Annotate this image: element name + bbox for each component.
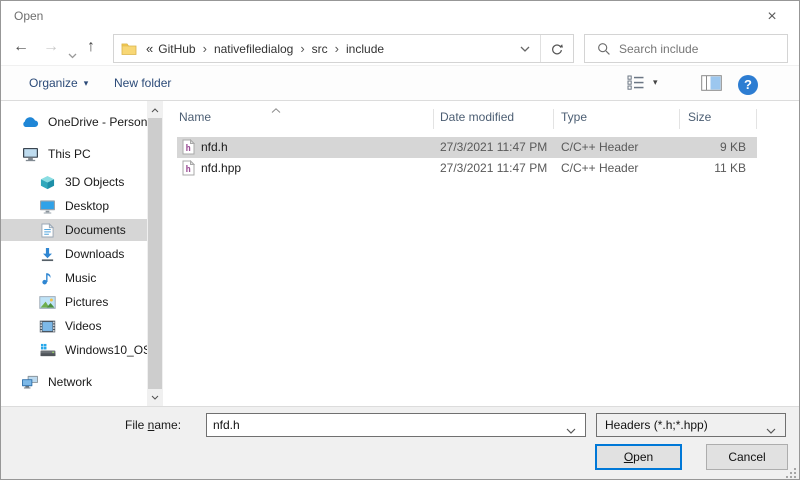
file-row-nfd-hpp[interactable]: h nfd.hpp 27/3/2021 11:47 PM C/C++ Heade…	[177, 158, 757, 179]
breadcrumb-nativefiledialog[interactable]: nativefiledialog	[214, 42, 293, 56]
close-icon[interactable]: ×	[755, 5, 789, 28]
column-header-date-modified[interactable]: Date modified	[440, 110, 514, 124]
sidebar-item-desktop[interactable]: Desktop	[1, 195, 147, 217]
window-title: Open	[14, 9, 43, 23]
column-header-name[interactable]: Name	[179, 110, 211, 124]
picture-icon	[38, 294, 56, 310]
file-name-input[interactable]	[207, 418, 547, 432]
onedrive-cloud-icon	[21, 114, 39, 130]
sidebar-scrollbar[interactable]	[147, 101, 163, 406]
navigation-bar: ← → ↑ « GitHub › nativefiledialog › src …	[1, 31, 799, 65]
video-film-icon	[38, 318, 56, 334]
preview-pane-icon	[701, 75, 722, 91]
footer-bar: File name: Headers (*.h;*.hpp) Open Canc…	[1, 406, 799, 480]
document-icon	[38, 222, 56, 238]
back-icon[interactable]: ←	[13, 37, 29, 57]
breadcrumb-src[interactable]: src	[312, 42, 328, 56]
scrollbar-thumb[interactable]	[148, 118, 162, 389]
column-resize-handle[interactable]	[553, 109, 554, 129]
file-name-cell: nfd.hpp	[201, 161, 241, 175]
file-name-dropdown-chevron-icon[interactable]	[566, 423, 576, 437]
disk-drive-windows-icon	[38, 342, 56, 358]
up-icon[interactable]: ↑	[87, 37, 95, 57]
breadcrumb-github[interactable]: GitHub	[158, 42, 195, 56]
sidebar-item-network[interactable]: Network	[1, 371, 147, 393]
computer-icon	[21, 146, 39, 162]
file-type-cell: C/C++ Header	[561, 140, 638, 154]
svg-text:h: h	[186, 144, 191, 154]
view-mode-button[interactable]: ▾	[627, 75, 658, 90]
navigation-pane: OneDrive - Person This PC 3D Objects Des…	[1, 101, 147, 406]
help-button[interactable]: ?	[738, 75, 758, 95]
cpp-header-file-icon: h	[182, 139, 195, 158]
sidebar-item-3d-objects[interactable]: 3D Objects	[1, 171, 147, 193]
download-arrow-icon	[38, 246, 56, 262]
file-date-cell: 27/3/2021 11:47 PM	[440, 140, 547, 154]
organize-caret-icon: ▾	[84, 78, 89, 89]
breadcrumb-separator-icon: ›	[203, 41, 207, 56]
new-folder-button[interactable]: New folder	[114, 76, 171, 90]
address-bar[interactable]: « GitHub › nativefiledialog › src › incl…	[113, 34, 574, 63]
file-type-combobox[interactable]: Headers (*.h;*.hpp)	[596, 413, 786, 437]
resize-grip[interactable]	[787, 469, 796, 478]
details-view-icon	[627, 75, 645, 90]
file-list: Name Date modified Type Size h nfd.h 27/…	[163, 101, 800, 406]
recent-locations-chevron-icon[interactable]	[68, 45, 77, 65]
svg-text:h: h	[186, 165, 191, 175]
organize-button[interactable]: Organize ▾	[29, 76, 88, 90]
desktop-icon	[38, 198, 56, 214]
scrollbar-down-arrow-icon[interactable]	[147, 389, 163, 405]
main-area: OneDrive - Person This PC 3D Objects Des…	[1, 101, 799, 406]
open-button[interactable]: Open	[595, 444, 682, 470]
sidebar-item-downloads[interactable]: Downloads	[1, 243, 147, 265]
file-row-nfd-h[interactable]: h nfd.h 27/3/2021 11:47 PM C/C++ Header …	[177, 137, 757, 158]
column-header-type[interactable]: Type	[561, 110, 587, 124]
sort-ascending-icon	[271, 102, 281, 116]
column-resize-handle[interactable]	[756, 109, 757, 129]
help-icon: ?	[738, 75, 758, 95]
refresh-icon[interactable]	[541, 35, 573, 62]
sidebar-item-videos[interactable]: Videos	[1, 315, 147, 337]
file-name-cell: nfd.h	[201, 140, 228, 154]
breadcrumb-include[interactable]: include	[346, 42, 384, 56]
command-toolbar: Organize ▾ New folder ▾ ?	[1, 65, 799, 101]
column-resize-handle[interactable]	[433, 109, 434, 129]
breadcrumb-collapsed[interactable]: «	[146, 41, 153, 56]
file-type-cell: C/C++ Header	[561, 161, 638, 175]
file-size-cell: 11 KB	[632, 161, 746, 175]
open-dialog-window: Open × ← → ↑ « GitHub › nativefiledialog…	[0, 0, 800, 480]
cpp-header-file-icon: h	[182, 160, 195, 179]
3d-cube-icon	[38, 174, 56, 190]
address-dropdown-chevron-icon[interactable]	[510, 35, 540, 62]
sidebar-item-onedrive[interactable]: OneDrive - Person	[1, 111, 147, 133]
sidebar-item-windows10-os-drive[interactable]: Windows10_OS (	[1, 339, 147, 361]
file-name-combobox[interactable]	[206, 413, 586, 437]
search-box[interactable]	[584, 34, 788, 63]
file-date-cell: 27/3/2021 11:47 PM	[440, 161, 547, 175]
music-note-icon	[38, 270, 56, 286]
file-type-value: Headers (*.h;*.hpp)	[605, 418, 708, 432]
sidebar-item-music[interactable]: Music	[1, 267, 147, 289]
breadcrumb-separator-icon: ›	[300, 41, 304, 56]
preview-pane-button[interactable]	[701, 75, 722, 91]
folder-icon	[121, 42, 137, 55]
column-header-size[interactable]: Size	[688, 110, 711, 124]
view-caret-icon: ▾	[653, 77, 658, 88]
file-type-dropdown-chevron-icon[interactable]	[766, 423, 776, 437]
sidebar-item-this-pc[interactable]: This PC	[1, 143, 147, 165]
file-size-cell: 9 KB	[632, 140, 746, 154]
sidebar-item-pictures[interactable]: Pictures	[1, 291, 147, 313]
forward-icon[interactable]: →	[43, 37, 59, 57]
search-input[interactable]	[619, 42, 764, 56]
column-resize-handle[interactable]	[679, 109, 680, 129]
breadcrumb-separator-icon: ›	[335, 41, 339, 56]
network-icon	[21, 374, 39, 390]
file-name-label: File name:	[125, 418, 181, 432]
title-bar: Open ×	[1, 1, 799, 31]
sidebar-item-documents[interactable]: Documents	[1, 219, 147, 241]
scrollbar-up-arrow-icon[interactable]	[147, 102, 163, 118]
cancel-button[interactable]: Cancel	[706, 444, 788, 470]
search-icon	[597, 42, 611, 56]
